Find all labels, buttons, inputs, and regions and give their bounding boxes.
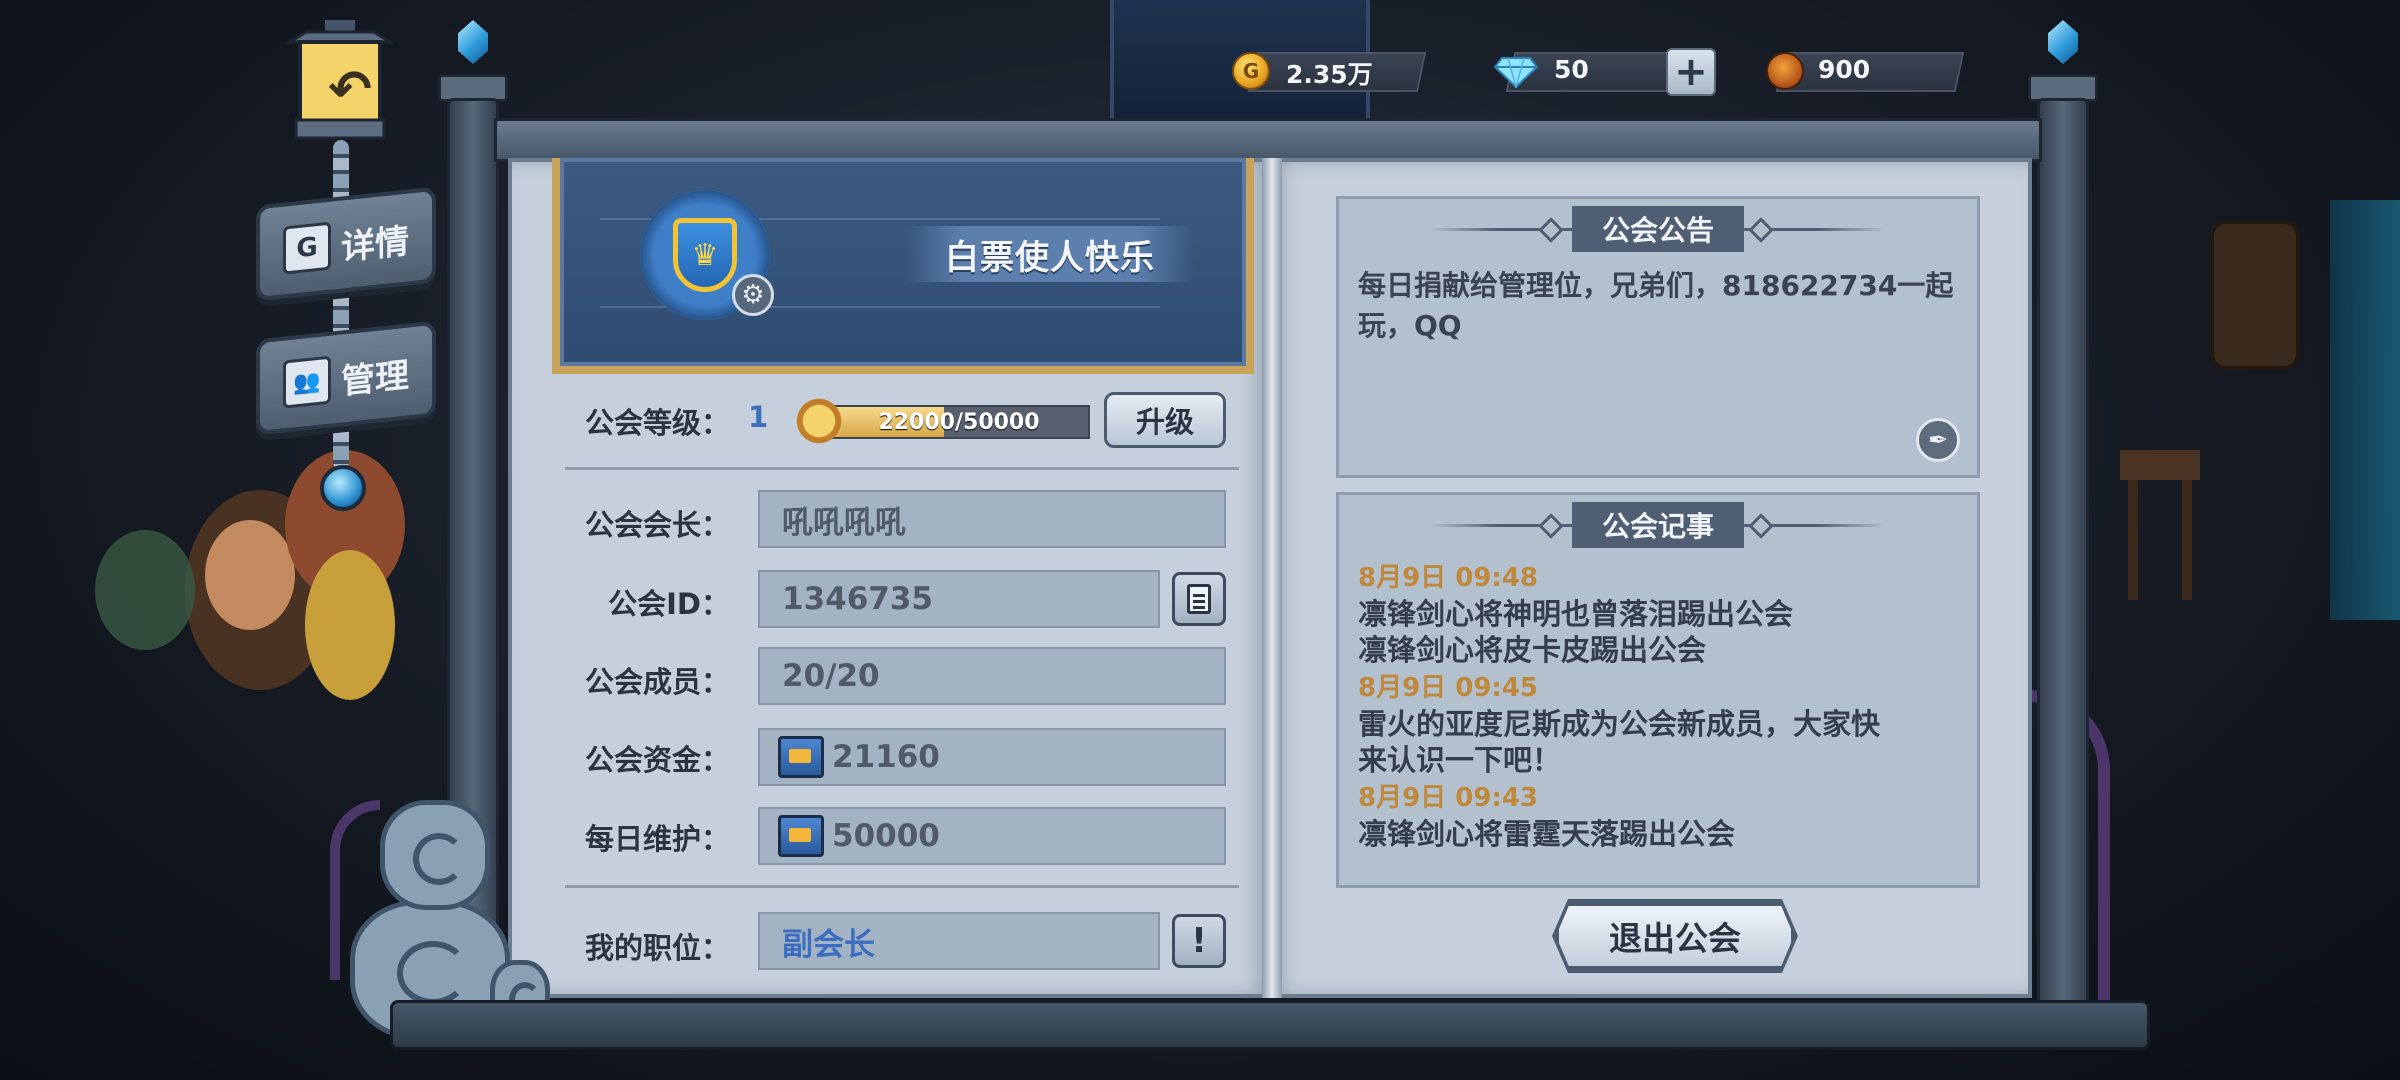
copy-icon [1187,584,1211,614]
tab-manage[interactable]: 👥 管理 [256,320,436,436]
xp-text: 22000/50000 [878,409,1040,435]
gold-coin-icon: G [1232,52,1270,90]
copy-id-button[interactable] [1172,572,1226,626]
log-entry: 8月9日 09:45 雷火的亚度尼斯成为公会新成员，大家快 来认识一下吧！ [1358,670,1958,778]
background-heroes [95,430,455,750]
treasure-chest-icon [778,736,824,778]
log-entry: 8月9日 09:43 凛锋剑心将雷霆天落踢出公会 [1358,780,1958,852]
members-field: 20/20 [758,647,1226,705]
leader-label: 公会会长： [584,508,730,542]
exclamation-icon: ! [1191,921,1207,961]
position-field: 副会长 [758,912,1160,970]
tab-manage-label: 管理 [341,354,409,403]
members-label: 公会成员： [584,665,730,699]
leader-field: 吼吼吼吼 [758,490,1226,548]
crown-shield-icon: ♛ [673,218,737,292]
guild-name: 白票使人快乐 [945,237,1155,278]
add-diamonds-button[interactable]: + [1666,48,1716,96]
diamond-amount: 50 [1554,55,1589,84]
log-message: 雷火的亚度尼斯成为公会新成员，大家快 [1358,707,1881,741]
gear-icon[interactable]: ⚙ [732,274,774,316]
log-time: 8月9日 09:43 [1358,783,1538,813]
position-value: 副会长 [782,926,875,963]
position-label: 我的职位： [584,931,730,965]
medal-icon [1766,52,1804,90]
quit-guild-button[interactable]: 退出公会 [1556,903,1794,969]
edit-notice-button[interactable]: ✒ [1916,418,1960,462]
log-message: 凛锋剑心将皮卡皮踢出公会 [1358,633,1707,667]
diamond-icon [1494,57,1538,88]
log-message: 凛锋剑心将雷霆天落踢出公会 [1358,817,1736,851]
position-info-button[interactable]: ! [1172,914,1226,968]
upkeep-label: 每日维护： [584,822,730,856]
background-barrel [2210,220,2300,370]
feather-pen-icon: ✒ [1927,426,1949,454]
treasure-chest-icon [778,815,824,857]
log-title: 公会记事 [1572,502,1744,548]
funds-field: 21160 [758,728,1226,786]
book-spine [1262,158,1282,998]
notice-text: 每日捐献给管理位，兄弟们，818622734一起玩，QQ [1358,269,1954,342]
level-value: 1 [748,400,769,434]
upkeep-field: 50000 [758,807,1226,865]
chain-orb [320,465,366,511]
log-time: 8月9日 09:48 [1358,563,1538,593]
board-top-beam [494,118,2042,162]
background-window [2330,200,2400,620]
crystal-ornament [2048,20,2078,64]
log-entry: 8月9日 09:48 凛锋剑心将神明也曾落泪踢出公会 凛锋剑心将皮卡皮踢出公会 [1358,560,1958,668]
funds-label: 公会资金： [584,743,730,777]
gold-amount: 2.35万 [1286,60,1373,89]
guild-details-icon: G [283,221,331,275]
level-label: 公会等级： [584,406,730,440]
back-arrow-icon: ↶ [328,60,372,120]
divider [565,467,1239,470]
notice-title: 公会公告 [1572,206,1744,252]
guild-id-label: 公会ID： [608,587,730,621]
log-list: 8月9日 09:48 凛锋剑心将神明也曾落泪踢出公会 凛锋剑心将皮卡皮踢出公会 … [1358,560,1958,852]
log-message: 来认识一下吧！ [1358,743,1562,777]
divider [565,885,1239,888]
crystal-ornament [458,20,488,64]
guild-id-field: 1346735 [758,570,1160,628]
members-icon: 👥 [283,355,331,409]
log-message: 凛锋剑心将神明也曾落泪踢出公会 [1358,597,1794,631]
guild-name-plate: 白票使人快乐 [905,226,1195,282]
tab-details[interactable]: G 详情 [256,186,436,302]
background-stool [2120,450,2200,600]
plus-icon: + [1674,49,1708,95]
board-post-right [2037,98,2089,1018]
medal-amount: 900 [1818,55,1871,84]
tab-details-label: 详情 [341,220,409,269]
upgrade-button[interactable]: 升级 [1104,392,1226,448]
board-base-beam [390,1000,2150,1050]
log-time: 8月9日 09:45 [1358,673,1538,703]
